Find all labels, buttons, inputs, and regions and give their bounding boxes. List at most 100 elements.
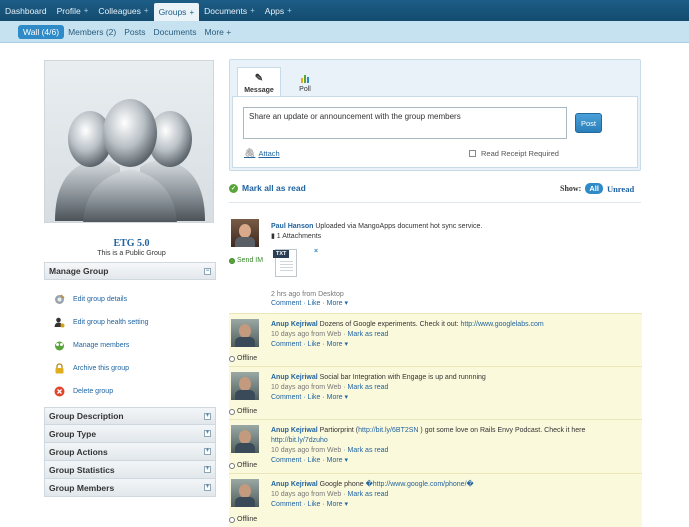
manage-group-header[interactable]: Manage Group − xyxy=(44,262,216,280)
post-body: Social bar Integration with Engage is up… xyxy=(317,374,486,381)
plus-icon[interactable]: + xyxy=(144,6,149,15)
post-actions[interactable]: Comment · Like · More ▾ xyxy=(271,457,348,464)
presence-status: Offline xyxy=(229,516,257,523)
filter-all-button[interactable]: All xyxy=(585,183,603,194)
presence-label: Send IM xyxy=(237,257,264,264)
post-body: Dozens of Google experiments. Check it o… xyxy=(317,321,461,328)
post-button[interactable]: Post xyxy=(575,113,602,133)
collapse-icon[interactable]: − xyxy=(204,267,211,275)
edit-group-details-link[interactable]: Edit group details xyxy=(54,288,216,311)
subnav-documents[interactable]: Documents xyxy=(150,25,201,39)
file-attachment[interactable]: TXT xyxy=(273,249,297,277)
edit-group-health-link[interactable]: Edit group health setting xyxy=(54,311,216,334)
nav-label: Profile xyxy=(56,5,81,16)
online-icon xyxy=(229,257,235,264)
group-visibility: This is a Public Group xyxy=(97,250,166,257)
nav-documents[interactable]: Documents + xyxy=(199,0,260,21)
message-input[interactable]: Share an update or announcement with the… xyxy=(243,107,567,139)
post-actions[interactable]: Comment · Like · More ▾ xyxy=(271,394,348,401)
post-author[interactable]: Paul Hanson xyxy=(271,223,313,230)
post-author[interactable]: Anup Kejriwal xyxy=(271,321,318,328)
message-icon: ✎ xyxy=(254,73,264,84)
section-title: Group Type xyxy=(49,428,97,439)
subnav-members[interactable]: Members (2) xyxy=(64,25,120,39)
post-actions[interactable]: Comment · Like · More ▾ xyxy=(271,341,348,348)
mark-as-read-link[interactable]: Mark as read xyxy=(348,384,389,391)
nav-colleagues[interactable]: Colleagues + xyxy=(93,0,153,21)
tab-message[interactable]: ✎ Message xyxy=(237,67,281,97)
tab-label: Message xyxy=(244,87,274,94)
expand-icon[interactable]: + xyxy=(204,448,211,455)
subnav-wall[interactable]: Wall (4/6) xyxy=(18,24,65,39)
plus-icon[interactable]: + xyxy=(84,6,89,15)
group-statistics-header[interactable]: Group Statistics + xyxy=(44,461,216,479)
avatar[interactable] xyxy=(231,219,259,247)
section-title: Group Description xyxy=(49,411,124,421)
members-icon xyxy=(55,341,64,351)
post-body: ) got some love on Rails Envy Podcast. C… xyxy=(418,427,586,434)
item-label: Edit group health setting xyxy=(73,319,149,326)
subnav-posts[interactable]: Posts xyxy=(120,25,149,39)
subnav-more[interactable]: More + xyxy=(201,25,236,39)
feed-post: Offline Anup Kejriwal Partiorprint (http… xyxy=(229,419,642,473)
nav-groups[interactable]: Groups + xyxy=(153,3,200,21)
attach-link[interactable]: 🖇 Attach xyxy=(244,148,280,159)
post-timestamp: 10 days ago from Web xyxy=(271,491,342,498)
archive-group-link[interactable]: Archive this group xyxy=(54,357,216,380)
expand-icon[interactable]: + xyxy=(204,412,211,420)
avatar[interactable] xyxy=(231,425,259,453)
item-label: Edit group details xyxy=(73,296,128,303)
group-type-header[interactable]: Group Type + xyxy=(44,425,216,443)
group-description-header[interactable]: Group Description + xyxy=(44,407,216,425)
sub-nav: Wall (4/6) Members (2) Posts Documents M… xyxy=(0,21,689,43)
post-link[interactable]: http://bit.ly/7dzuho xyxy=(271,437,328,444)
mark-all-read-link[interactable]: ✓ Mark all as read xyxy=(229,183,306,193)
avatar[interactable] xyxy=(231,319,259,347)
plus-icon[interactable]: + xyxy=(287,6,292,15)
item-label: Archive this group xyxy=(73,365,130,372)
item-label: Delete group xyxy=(73,388,114,395)
feed-filter: Show: All Unread xyxy=(560,183,634,194)
presence-label: Offline xyxy=(237,355,258,362)
avatar[interactable] xyxy=(231,372,259,400)
group-members-header[interactable]: Group Members + xyxy=(44,479,216,497)
post-author[interactable]: Anup Kejriwal xyxy=(271,427,318,434)
read-receipt-checkbox[interactable] xyxy=(469,150,476,157)
expand-icon[interactable]: + xyxy=(204,430,211,437)
post-timestamp: 2 hrs ago from Desktop xyxy=(271,291,344,298)
nav-label: Documents xyxy=(204,5,248,16)
tab-poll[interactable]: Poll xyxy=(283,67,327,96)
post-actions[interactable]: Comment · Like · More ▾ xyxy=(271,300,348,307)
offline-icon xyxy=(229,462,235,469)
post-link[interactable]: http://bit.ly/6BT2SN xyxy=(358,427,418,434)
file-icon xyxy=(280,261,293,273)
top-nav: Dashboard Profile + Colleagues + Groups + D… xyxy=(0,0,689,21)
plus-icon[interactable]: + xyxy=(189,8,194,17)
nav-apps[interactable]: Apps + xyxy=(260,0,297,21)
delete-group-link[interactable]: Delete group xyxy=(54,380,216,403)
filter-unread-link[interactable]: Unread xyxy=(607,184,634,194)
post-author[interactable]: Anup Kejriwal xyxy=(271,374,318,381)
post-link[interactable]: http://www.googlelabs.com xyxy=(460,321,543,328)
avatar[interactable] xyxy=(231,479,259,507)
nav-label: Colleagues xyxy=(98,5,141,16)
nav-profile[interactable]: Profile + xyxy=(52,0,94,21)
post-author[interactable]: Anup Kejriwal xyxy=(271,481,318,488)
group-actions-header[interactable]: Group Actions + xyxy=(44,443,216,461)
manage-members-link[interactable]: Manage members xyxy=(54,334,216,357)
mark-as-read-link[interactable]: Mark as read xyxy=(348,447,389,454)
plus-icon[interactable]: + xyxy=(250,6,255,15)
post-link[interactable]: �http://www.google.com/phone/� xyxy=(366,481,474,488)
mark-as-read-link[interactable]: Mark as read xyxy=(348,331,389,338)
nav-dashboard[interactable]: Dashboard xyxy=(0,0,52,21)
post-composer: ✎ Message Poll Share an update or announ… xyxy=(229,59,641,171)
expand-icon[interactable]: + xyxy=(204,466,211,473)
manage-group-list: Edit group details Edit group health set… xyxy=(44,280,216,407)
expand-icon[interactable]: + xyxy=(204,484,211,491)
post-actions[interactable]: Comment · Like · More ▾ xyxy=(271,501,348,508)
mark-as-read-link[interactable]: Mark as read xyxy=(348,491,389,498)
composer-tabs: ✎ Message Poll xyxy=(230,60,640,97)
remove-attachment-icon[interactable]: × xyxy=(314,248,318,255)
read-receipt-option[interactable]: Read Receipt Required xyxy=(469,149,559,158)
send-im-link[interactable]: Send IM xyxy=(229,257,263,264)
